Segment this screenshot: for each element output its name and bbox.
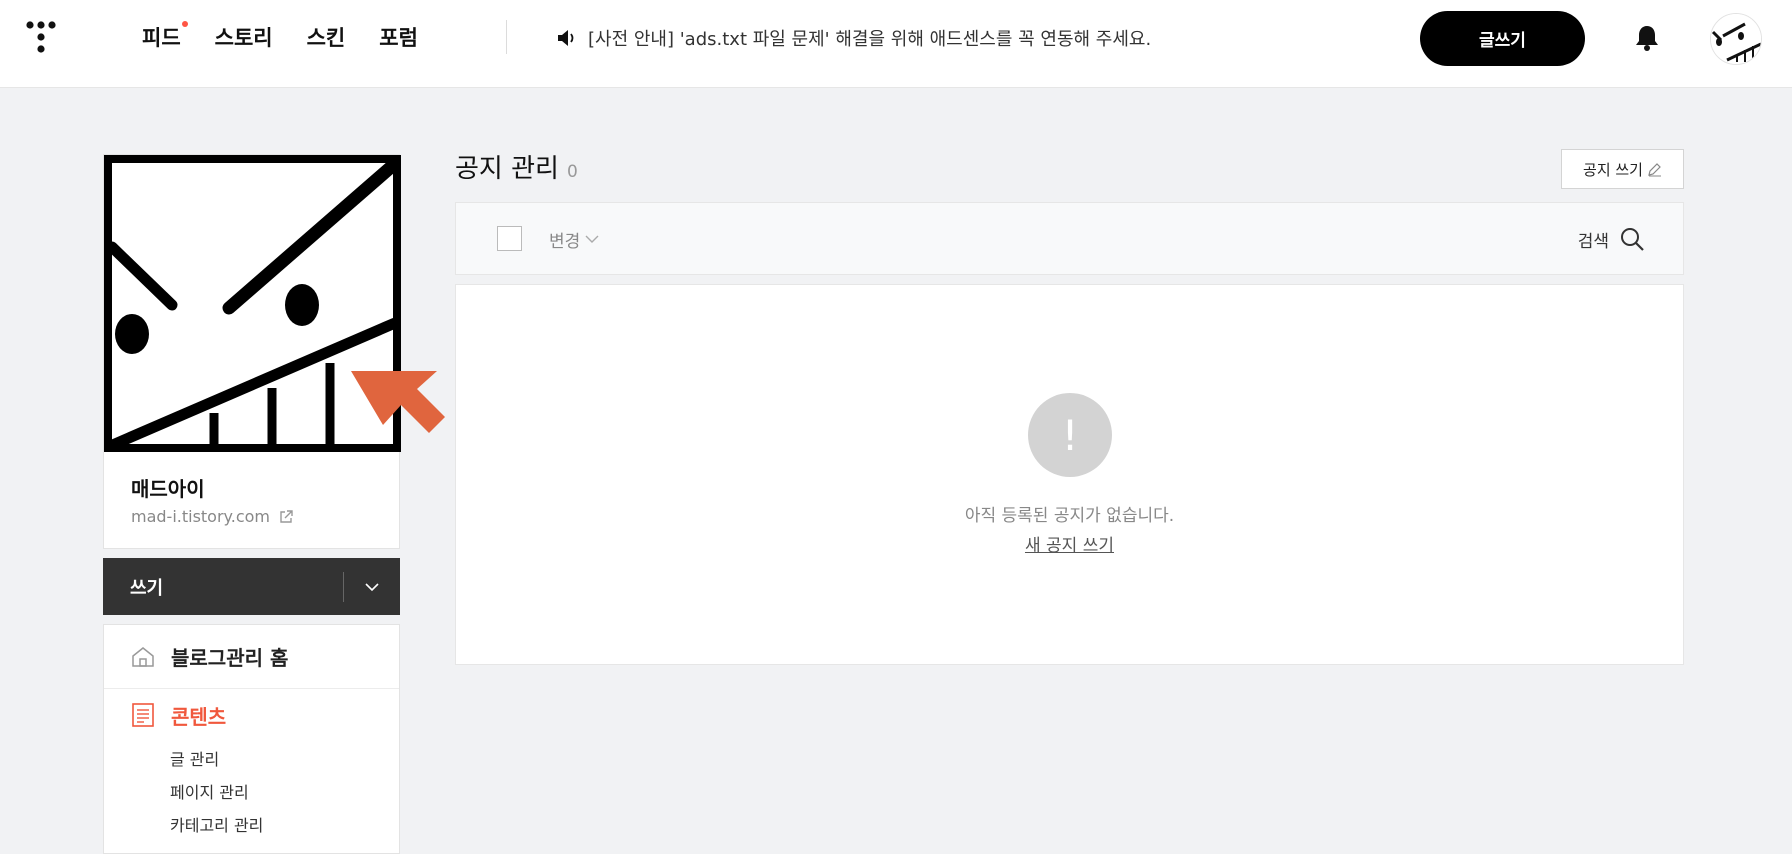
empty-link-wrap: 새 공지 쓰기 <box>456 531 1683 556</box>
top-bar: 피드 스토리 스킨 포럼 [사전 안내] 'ads.txt 파일 문제' 해결을… <box>0 0 1792 88</box>
nav-item-label: 스킨 <box>306 26 346 50</box>
sidebar-item-posts[interactable]: 글 관리 <box>170 745 263 778</box>
blog-profile-image[interactable] <box>104 155 401 452</box>
page-title-text: 공지 관리 <box>455 154 559 184</box>
notice-count: 0 <box>566 162 578 182</box>
blog-name: 매드아이 <box>131 477 205 501</box>
empty-message: 아직 등록된 공지가 없습니다. <box>964 506 1175 526</box>
write-button[interactable]: 쓰기 <box>103 558 343 615</box>
write-post-button[interactable]: 글쓰기 <box>1420 11 1585 66</box>
nav-item-label: 포럼 <box>379 26 418 50</box>
notice-toolbar: 변경 검색 <box>455 202 1684 275</box>
nav-item-story[interactable]: 스토리 <box>215 20 273 56</box>
sidebar-submenu: 글 관리 페이지 관리 카테고리 관리 <box>170 745 263 844</box>
search-label: 검색 <box>1577 231 1609 252</box>
nav-item-feed[interactable]: 피드 <box>142 20 188 56</box>
nav-item-forum[interactable]: 포럼 <box>379 20 418 56</box>
document-icon <box>132 703 154 727</box>
write-bar: 쓰기 <box>103 558 400 615</box>
write-notice-label: 공지 쓰기 <box>1583 160 1643 179</box>
blog-profile-card: 매드아이 mad-i.tistory.com <box>103 154 401 549</box>
external-link-icon <box>280 509 293 523</box>
sidebar-item-label: 블로그관리 홈 <box>171 646 289 670</box>
avatar-image <box>1711 14 1761 64</box>
sidebar-item-categories[interactable]: 카테고리 관리 <box>170 811 263 844</box>
main-nav: 피드 스토리 스킨 포럼 <box>142 20 452 56</box>
notice-list-empty: ! 아직 등록된 공지가 없습니다. 새 공지 쓰기 <box>455 284 1684 665</box>
nav-item-skin[interactable]: 스킨 <box>307 20 346 56</box>
speaker-icon <box>558 30 574 46</box>
chevron-down-icon <box>365 582 379 591</box>
sidebar-section-content[interactable]: 콘텐츠 <box>104 695 399 735</box>
alert-icon: ! <box>1028 393 1112 477</box>
sidebar-section-label: 콘텐츠 <box>171 704 227 729</box>
change-dropdown[interactable]: 변경 <box>549 226 599 252</box>
avatar[interactable] <box>1710 13 1762 65</box>
blog-url-link[interactable]: mad-i.tistory.com <box>131 507 294 526</box>
bell-icon[interactable] <box>1634 24 1660 52</box>
notice-text: [사전 안내] 'ads.txt 파일 문제' 해결을 위해 애드센스를 꼭 연… <box>588 29 1152 50</box>
search-icon <box>1621 228 1644 251</box>
pencil-icon <box>1648 162 1661 176</box>
notice-banner[interactable]: [사전 안내] 'ads.txt 파일 문제' 해결을 위해 애드센스를 꼭 연… <box>556 24 1151 52</box>
sidebar-item-pages[interactable]: 페이지 관리 <box>170 778 263 811</box>
nav-item-label: 피드 <box>142 26 181 50</box>
select-all-checkbox[interactable] <box>497 226 522 251</box>
tistory-logo-icon[interactable] <box>24 20 64 56</box>
home-icon <box>132 646 154 667</box>
nav-item-label: 스토리 <box>214 26 273 50</box>
chevron-down-icon <box>585 235 599 243</box>
write-options-toggle[interactable] <box>344 558 400 615</box>
blog-url-text: mad-i.tistory.com <box>131 507 270 526</box>
page-title: 공지 관리 0 <box>455 148 578 185</box>
divider <box>506 20 507 54</box>
write-notice-button[interactable]: 공지 쓰기 <box>1561 149 1684 189</box>
change-dropdown-label: 변경 <box>549 231 581 252</box>
sidebar-menu: 블로그관리 홈 콘텐츠 글 관리 페이지 관리 카테고리 관리 <box>103 624 400 854</box>
search-button[interactable]: 검색 <box>1578 223 1645 255</box>
new-dot-badge <box>181 21 188 27</box>
sidebar-item-blog-home[interactable]: 블로그관리 홈 <box>104 625 399 689</box>
new-notice-link[interactable]: 새 공지 쓰기 <box>1025 536 1114 556</box>
